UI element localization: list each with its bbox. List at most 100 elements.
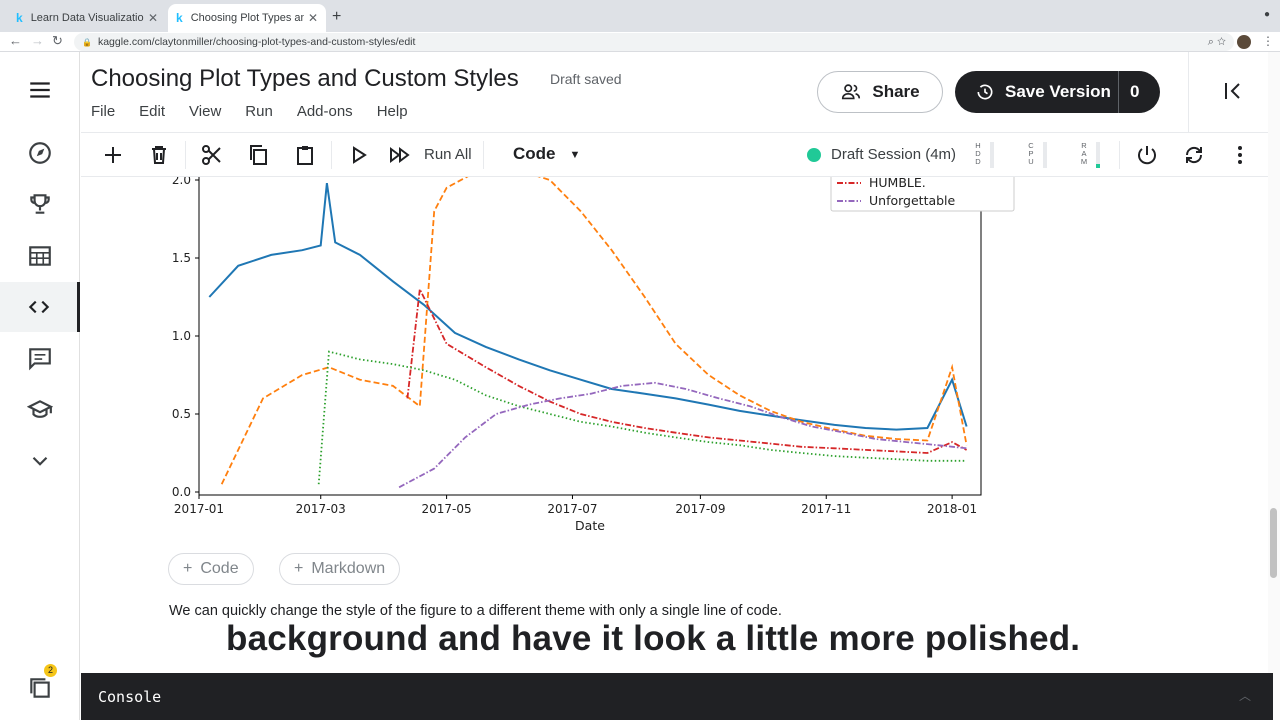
header-divider: [1188, 52, 1189, 132]
close-icon[interactable]: ✕: [308, 11, 318, 25]
markdown-paragraph: We can quickly change the style of the f…: [169, 603, 782, 619]
run-all-icon[interactable]: [386, 141, 414, 169]
x-tick-label: 2017-03: [296, 502, 346, 516]
left-sidebar: [0, 52, 80, 720]
restart-icon[interactable]: [1180, 141, 1208, 169]
chevron-down-icon[interactable]: [0, 436, 80, 486]
url-text: kaggle.com/claytonmiller/choosing-plot-t…: [97, 36, 416, 48]
toolbar-divider: [1119, 141, 1120, 169]
code-icon[interactable]: [0, 282, 80, 332]
run-all-button[interactable]: Run All: [424, 146, 472, 163]
tab-search-icon[interactable]: ●: [1264, 9, 1270, 20]
chevron-up-icon[interactable]: ︿: [1239, 687, 1251, 704]
x-tick-label: 2017-05: [422, 502, 472, 516]
ram-meter[interactable]: RAM: [1080, 140, 1106, 172]
session-status[interactable]: Draft Session (4m): [831, 146, 956, 163]
more-options-icon[interactable]: [1226, 141, 1254, 169]
console-panel[interactable]: Console ︿: [81, 673, 1273, 720]
browser-menu-icon[interactable]: ⋮: [1262, 34, 1274, 48]
save-status: Draft saved: [550, 71, 622, 87]
browser-tab-notebook[interactable]: k Choosing Plot Types and Custom Styles …: [168, 4, 326, 32]
add-markdown-label: Markdown: [311, 560, 386, 577]
power-icon[interactable]: [1133, 141, 1161, 169]
table-icon[interactable]: [0, 231, 80, 281]
compass-icon[interactable]: [0, 128, 80, 178]
add-markdown-cell-button[interactable]: + Markdown: [279, 553, 401, 585]
add-cell-icon[interactable]: [99, 141, 127, 169]
profile-avatar[interactable]: [1237, 35, 1251, 49]
x-tick-label: 2017-07: [547, 502, 597, 516]
cell-type-value: Code: [513, 144, 556, 163]
menu-icon[interactable]: [0, 65, 80, 115]
browser-tab-bar: k Learn Data Visualization Tutorials ✕ k…: [0, 0, 1280, 32]
notifications-icon[interactable]: [0, 663, 80, 713]
notebook-content: 0.0 0.5 1.0 1.5 2.0 2017-01 2017-03 2017-05 2017…: [81, 177, 1268, 673]
tab-label: Choosing Plot Types and Custom Styles: [190, 12, 304, 24]
plot-frame: [198, 177, 982, 496]
page-scrollbar[interactable]: [1268, 52, 1280, 720]
caret-down-icon: ▼: [569, 148, 581, 161]
version-count[interactable]: 0: [1130, 82, 1139, 102]
browser-tab-tutorials[interactable]: k Learn Data Visualization Tutorials ✕: [8, 4, 166, 32]
paste-icon[interactable]: [291, 141, 319, 169]
cpu-label: CPU: [1028, 141, 1034, 166]
close-icon[interactable]: ✕: [148, 11, 158, 25]
cpu-meter[interactable]: CPU: [1027, 140, 1053, 172]
zoom-and-star-icons[interactable]: ⌕ ☆: [1208, 36, 1226, 49]
save-version-button[interactable]: Save Version 0: [955, 71, 1160, 113]
toolbar-divider: [331, 141, 332, 169]
add-code-label: Code: [200, 560, 239, 577]
x-tick-label: 2017-11: [801, 502, 851, 516]
menu-view[interactable]: View: [189, 103, 221, 120]
new-tab-icon[interactable]: +: [332, 8, 341, 26]
toolbar-divider: [483, 141, 484, 169]
cut-icon[interactable]: [198, 141, 226, 169]
y-tick-label: 2.0: [172, 177, 191, 187]
reload-icon[interactable]: ↻: [52, 33, 63, 49]
plus-icon: +: [294, 560, 304, 577]
button-divider: [1118, 71, 1119, 113]
menu-run[interactable]: Run: [245, 103, 273, 120]
collapse-panel-icon[interactable]: [1221, 79, 1245, 103]
menu-edit[interactable]: Edit: [139, 103, 165, 120]
forward-icon[interactable]: →: [31, 33, 44, 48]
kaggle-favicon: k: [176, 11, 183, 25]
hdd-label: HDD: [975, 141, 981, 166]
menu-file[interactable]: File: [91, 103, 115, 120]
menu-help[interactable]: Help: [377, 103, 408, 120]
y-tick-label: 1.5: [172, 251, 191, 265]
run-cell-icon[interactable]: [344, 141, 372, 169]
page-title[interactable]: Choosing Plot Types and Custom Styles: [91, 65, 519, 93]
save-version-label: Save Version: [1005, 82, 1111, 101]
menu-addons[interactable]: Add-ons: [297, 103, 353, 120]
kaggle-favicon: k: [16, 11, 23, 25]
lock-icon: 🔒: [82, 37, 92, 47]
comment-icon[interactable]: [0, 333, 80, 383]
address-bar: ← → ↻ 🔒 kaggle.com/claytonmiller/choosin…: [0, 32, 1280, 52]
back-icon[interactable]: ←: [9, 33, 22, 48]
plus-icon: +: [183, 560, 193, 577]
share-label: Share: [872, 82, 920, 101]
add-code-cell-button[interactable]: + Code: [168, 553, 254, 585]
session-status-dot: [807, 148, 821, 162]
cell-type-select[interactable]: Code ▼: [513, 144, 580, 164]
hdd-meter[interactable]: HDD: [974, 140, 1000, 172]
copy-icon[interactable]: [244, 141, 272, 169]
scrollbar-thumb[interactable]: [1270, 508, 1277, 578]
y-tick-label: 1.0: [172, 329, 191, 343]
x-tick-label: 2018-01: [927, 502, 977, 516]
school-icon[interactable]: [0, 385, 80, 435]
trophy-icon[interactable]: [0, 179, 80, 229]
console-label: Console: [98, 688, 162, 706]
toolbar-divider: [185, 141, 186, 169]
url-field[interactable]: 🔒 kaggle.com/claytonmiller/choosing-plot…: [74, 33, 1234, 51]
y-tick-label: 0.5: [172, 407, 191, 421]
legend-label: Unforgettable: [869, 193, 956, 208]
notification-count-badge: 2: [44, 664, 57, 677]
share-button[interactable]: Share: [817, 71, 943, 113]
delete-icon[interactable]: [145, 141, 173, 169]
notebook-toolbar: Run All Code ▼ Draft Session (4m) HDD CPU…: [81, 132, 1268, 177]
menu-bar: File Edit View Run Add-ons Help: [91, 103, 432, 120]
legend-label: HUMBLE.: [869, 177, 926, 190]
ram-level: [1096, 164, 1100, 168]
